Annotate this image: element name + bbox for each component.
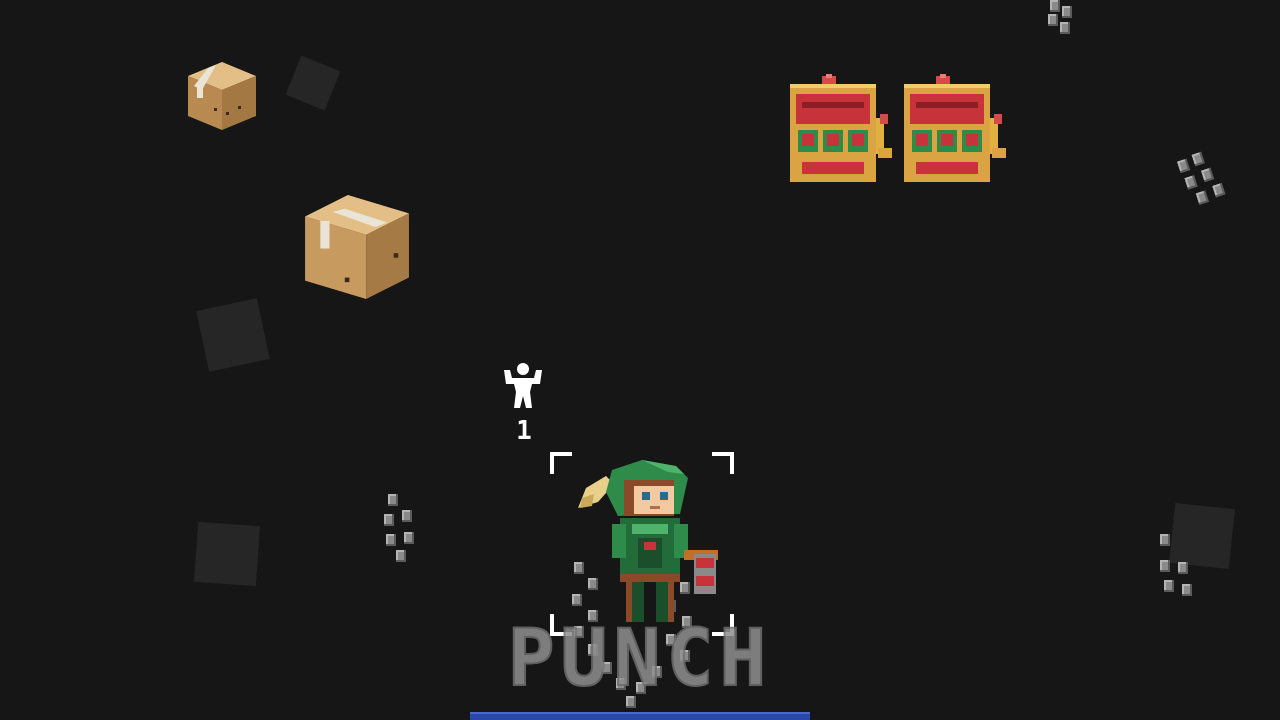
shadow-tile [196,298,270,372]
stone-rubble-icon [1046,0,1082,40]
action-bar[interactable] [470,712,810,720]
stone-rubble-icon [1156,532,1204,608]
cardboard-box-icon[interactable] [186,60,258,132]
slot-machine-icon[interactable] [786,74,898,184]
target-bracket-top-left [550,452,572,474]
shadow-tile [285,55,341,111]
cardboard-box-icon[interactable] [302,192,412,302]
slot-machine-icon[interactable] [900,74,1012,184]
stone-rubble-icon [1172,140,1250,218]
punch-action-label: PUNCH [507,614,773,704]
flexing-strongman-icon [500,362,546,414]
power-count: 1 [516,416,532,446]
shadow-tile [193,521,261,587]
stone-rubble-icon [382,492,430,568]
player-character[interactable] [572,458,722,634]
